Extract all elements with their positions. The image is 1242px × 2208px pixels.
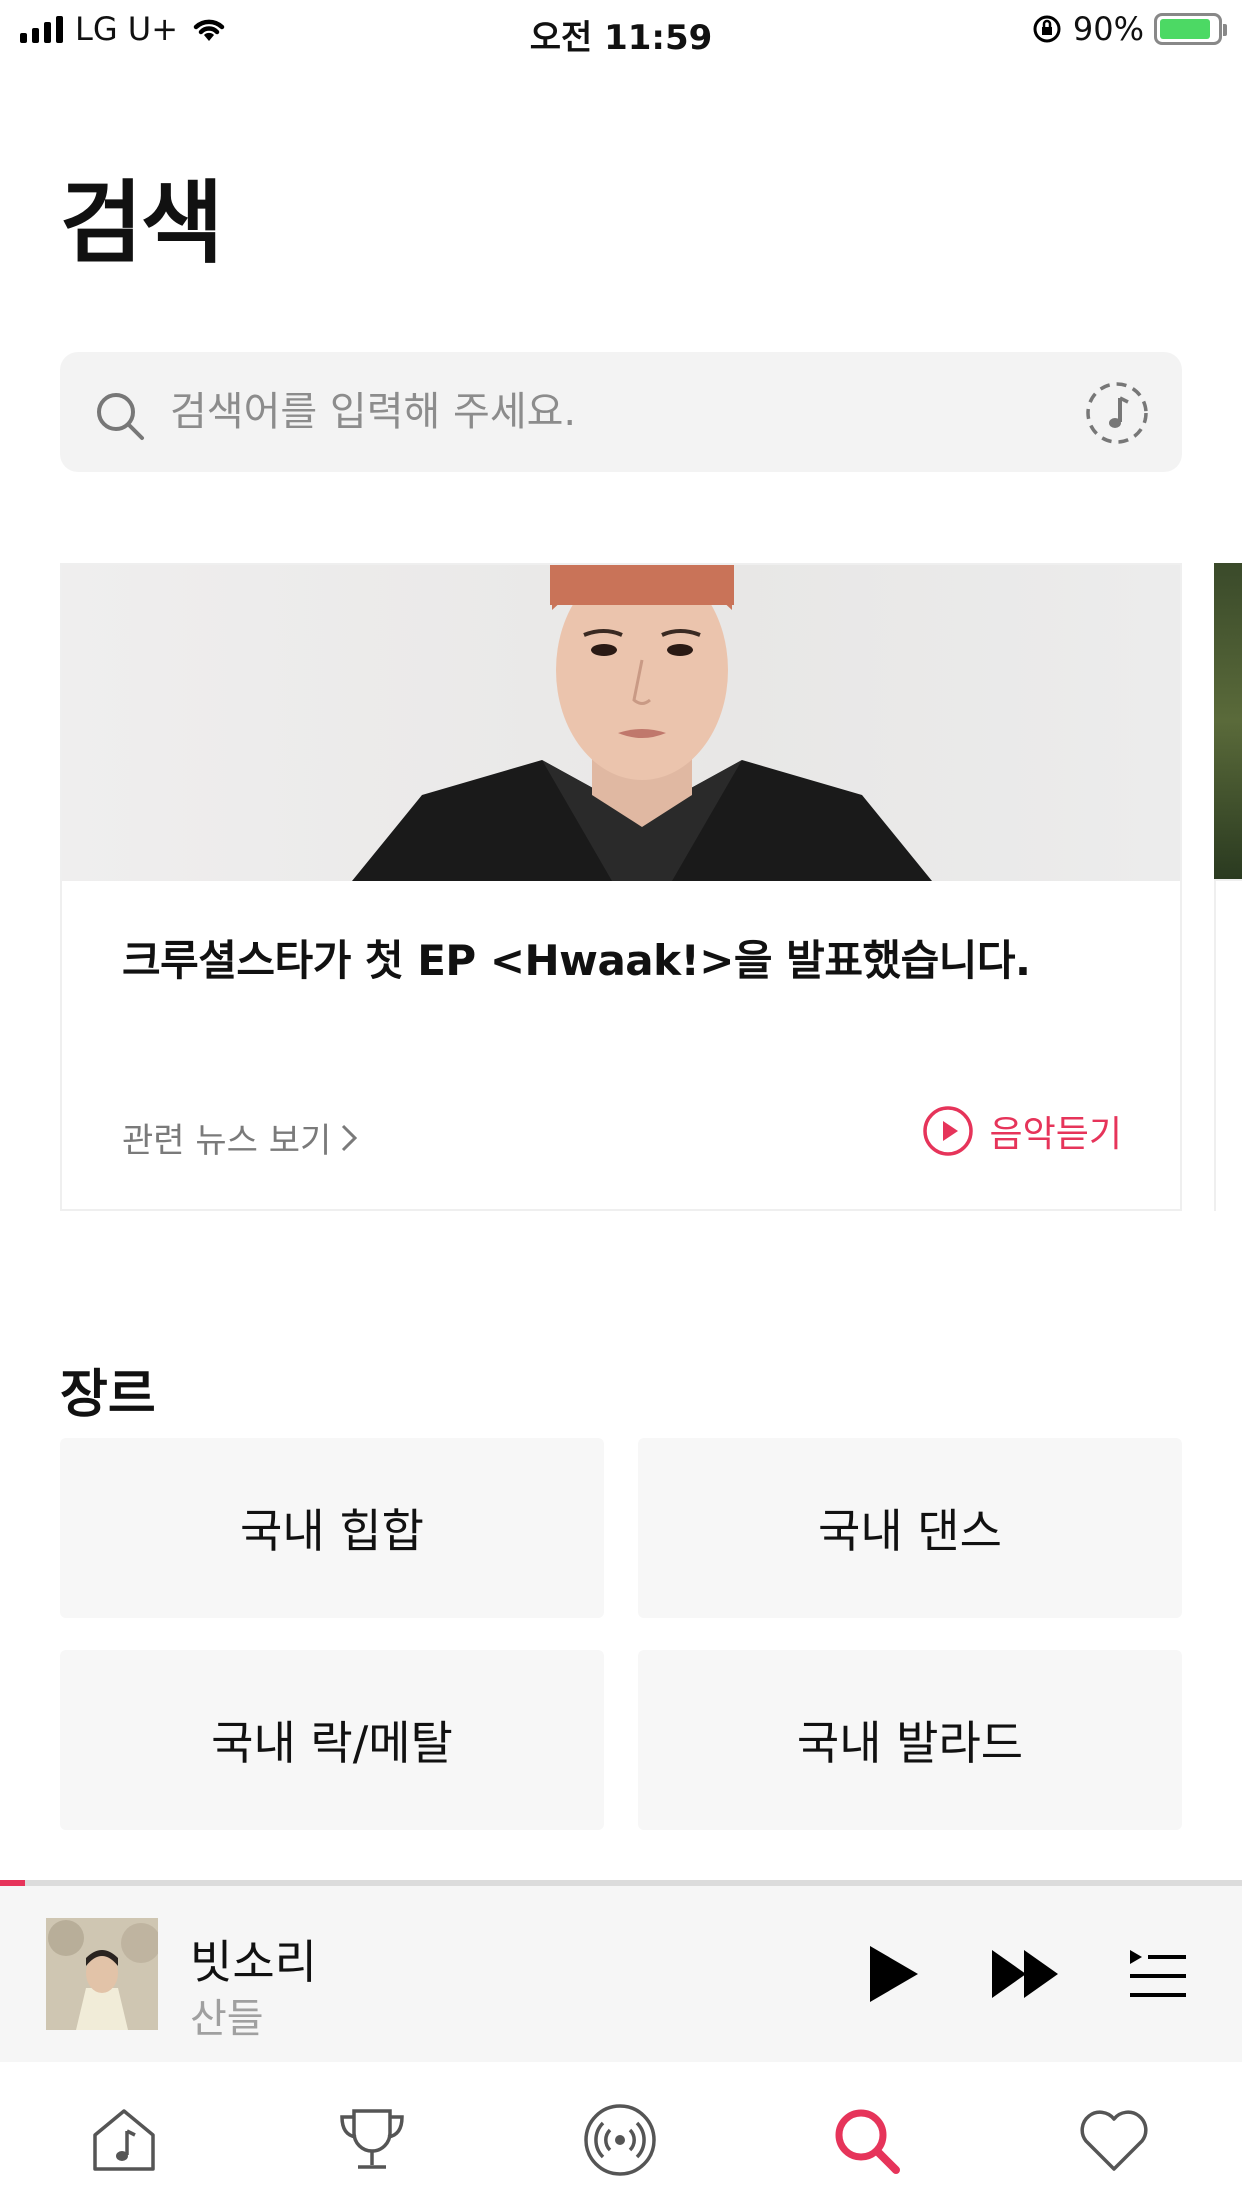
feature-headline: 크루셜스타가 첫 EP <Hwaak!>을 발표했습니다. [122, 936, 1031, 985]
genre-tile[interactable]: 국내 발라드 [638, 1650, 1182, 1830]
play-circle-icon [922, 1106, 973, 1156]
playlist-icon[interactable] [1128, 1946, 1188, 2002]
play-icon[interactable] [860, 1942, 924, 2006]
search-icon [835, 2109, 900, 2174]
next-feature-card-peek[interactable] [1214, 563, 1242, 879]
tab-search[interactable] [826, 2100, 906, 2180]
next-feature-card-body [1214, 879, 1242, 1211]
tab-bar [0, 2062, 1242, 2208]
genre-tile[interactable]: 국내 락/메탈 [60, 1650, 604, 1830]
related-news-label: 관련 뉴스 보기 [122, 1121, 332, 1161]
listen-music-button[interactable]: 음악듣기 [922, 1105, 1122, 1157]
music-recognition-icon[interactable] [1084, 380, 1150, 446]
status-bar: LG U+ 오전 11:59 90% [0, 0, 1242, 62]
genre-tile[interactable]: 국내 힙합 [60, 1438, 604, 1618]
radio-broadcast-icon [584, 2104, 656, 2176]
next-icon[interactable] [990, 1948, 1062, 2000]
chevron-right-icon [342, 1124, 358, 1151]
song-artist: 산들 [190, 1996, 264, 2042]
related-news-link[interactable]: 관련 뉴스 보기 [122, 1113, 359, 1162]
feature-card[interactable]: 크루셜스타가 첫 EP <Hwaak!>을 발표했습니다. 관련 뉴스 보기 음… [60, 563, 1182, 1211]
feature-card-image [62, 565, 1180, 881]
tab-chart[interactable] [332, 2100, 412, 2180]
battery-percent: 90% [1072, 10, 1144, 48]
home-music-icon [93, 2109, 155, 2171]
page-title: 검색 [60, 171, 224, 276]
album-art [46, 1918, 158, 2030]
search-input[interactable] [170, 352, 1070, 472]
genre-section-title: 장르 [60, 1365, 156, 1425]
search-bar[interactable] [60, 352, 1182, 472]
tab-favorites[interactable] [1074, 2100, 1154, 2180]
artist-portrait [352, 565, 932, 881]
song-title: 빗소리 [190, 1935, 317, 1989]
genre-tile[interactable]: 국내 댄스 [638, 1438, 1182, 1618]
battery-icon [1154, 13, 1227, 45]
heart-icon [1080, 2110, 1148, 2171]
orientation-lock-icon [1033, 15, 1061, 43]
album-art-image [46, 1918, 158, 2030]
tab-home[interactable] [84, 2100, 164, 2180]
search-icon [97, 393, 144, 440]
tab-radio[interactable] [580, 2100, 660, 2180]
mini-player[interactable]: 빗소리 산들 [0, 1886, 1242, 2062]
listen-music-label: 음악듣기 [989, 1114, 1122, 1155]
trophy-icon [340, 2109, 404, 2169]
status-right: 90% [1031, 10, 1227, 48]
